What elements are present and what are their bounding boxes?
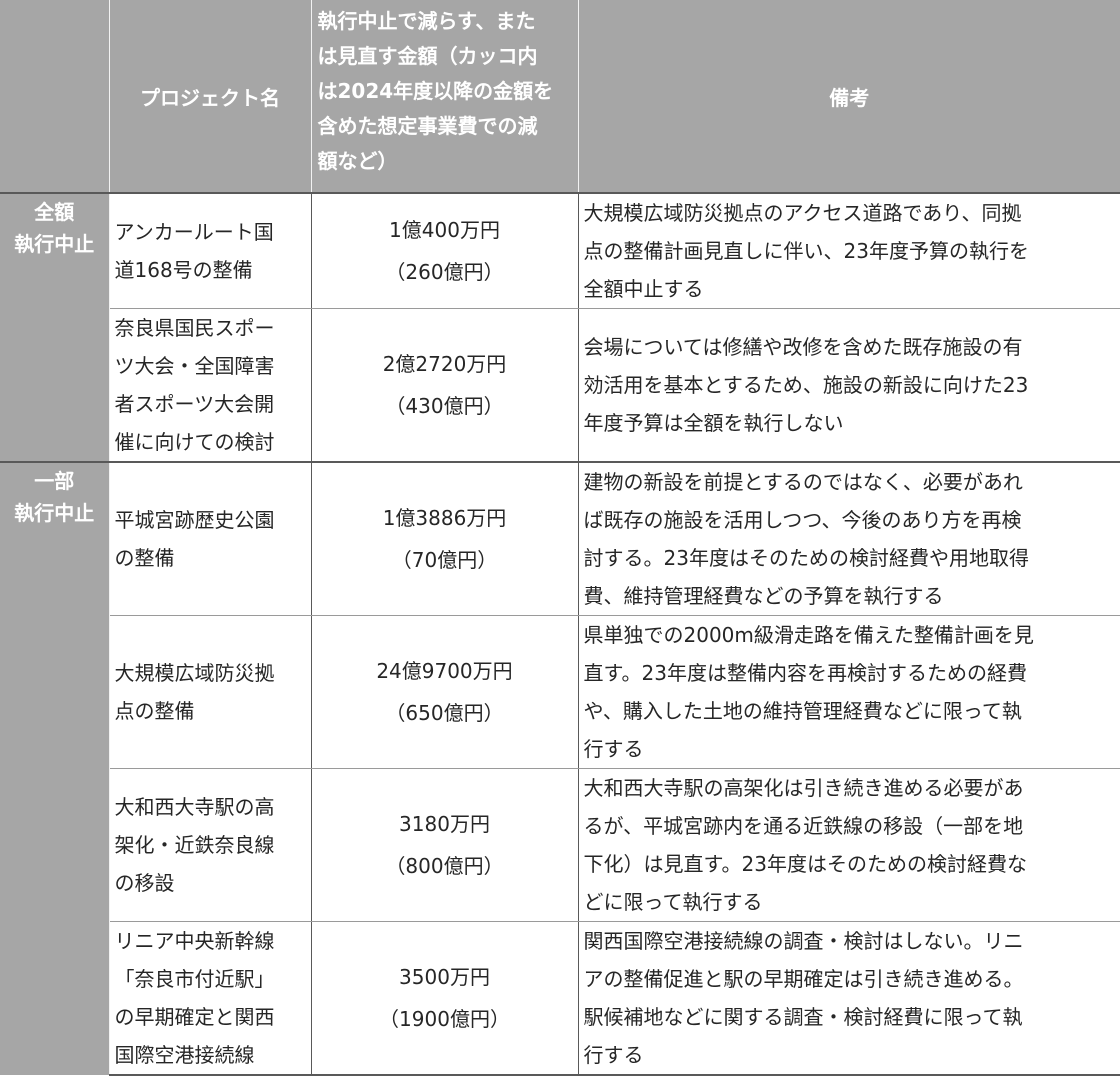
- header-amount-line: は2024年度以降の金額を: [317, 79, 554, 103]
- remark-cell: 大規模広域防災拠点のアクセス道路であり、同拠 点の整備計画見直しに伴い、23年度…: [578, 192, 1120, 309]
- remark-line: どに限って執行する: [583, 890, 763, 914]
- table-row: 一部 執行中止 平城宮跡歴史公園 の整備 1億3886万円 （70億円） 建物の…: [0, 461, 1120, 1075]
- amount-value: 1億3886万円: [382, 506, 507, 530]
- project-name-cell: 大和西大寺駅の高 架化・近鉄奈良線 の移設: [109, 768, 312, 922]
- remark-cell: 大和西大寺駅の高架化は引き続き進める必要があ るが、平城宮跡内を通る近鉄線の移設…: [578, 768, 1120, 922]
- amount-total: （650億円）: [385, 701, 504, 725]
- table-row: リニア中央新幹線 「奈良市付近駅」 の早期確定と関西 国際空港接続線 3500万…: [0, 921, 1120, 1076]
- remark-line: 年度予算は全額を執行しない: [583, 411, 844, 435]
- category-label-line: 執行中止: [14, 232, 95, 256]
- category-label-line: 一部: [34, 469, 75, 493]
- header-project-name: プロジェクト名: [109, 0, 312, 193]
- amount-value: 2億2720万円: [382, 352, 507, 376]
- remark-line: 効活用を基本とするため、施設の新設に向けた23: [583, 373, 1029, 397]
- remark-line: 大規模広域防災拠点のアクセス道路であり、同拠: [583, 201, 1022, 225]
- project-name-cell: 大規模広域防災拠 点の整備: [109, 615, 312, 769]
- header-remarks: 備考: [578, 0, 1120, 193]
- header-amount-line: 含めた想定事業費での減: [317, 114, 538, 138]
- category-full-suspension: 全額 執行中止: [0, 192, 110, 462]
- project-name-line: リニア中央新幹線: [114, 929, 275, 953]
- amount-value: 3500万円: [399, 965, 490, 989]
- category-label-line: 全額: [34, 200, 75, 224]
- remark-line: 会場については修繕や改修を含めた既存施設の有: [583, 335, 1023, 359]
- header-row: プロジェクト名 執行中止で減らす、また は見直す金額（カッコ内 は2024年度以…: [0, 0, 1120, 193]
- header-amount-line: 執行中止で減らす、また: [317, 9, 536, 33]
- amount-total: （70億円）: [391, 548, 498, 572]
- remark-line: 直す。23年度は整備内容を再検討するための経費: [583, 661, 1027, 685]
- table-row: 全額 執行中止 アンカールート国 道168号の整備 1億400万円 （260億円…: [0, 192, 1120, 462]
- project-name-line: アンカールート国: [114, 220, 274, 244]
- remark-line: 点の整備計画見直しに伴い、23年度予算の執行を: [583, 239, 1029, 263]
- project-name-line: の整備: [114, 546, 175, 570]
- category-label-line: 執行中止: [14, 501, 95, 525]
- category-partial-suspension: 一部 執行中止: [0, 461, 110, 1075]
- remark-line: 全額中止する: [583, 277, 704, 301]
- amount-cell: 1億400万円 （260億円）: [311, 192, 579, 309]
- remark-line: 討する。23年度はそのための検討経費や用地取得: [583, 546, 1029, 570]
- amount-total: （1900億円）: [379, 1007, 510, 1031]
- project-name-line: 道168号の整備: [114, 258, 253, 282]
- project-name-line: ツ大会・全国障害: [114, 354, 275, 378]
- project-name-line: 大和西大寺駅の高: [114, 795, 275, 819]
- project-name-line: 架化・近鉄奈良線: [114, 833, 275, 857]
- header-blank-cell: [0, 0, 110, 193]
- amount-cell: 1億3886万円 （70億円）: [311, 461, 579, 616]
- project-name-cell: 平城宮跡歴史公園 の整備: [109, 461, 312, 616]
- amount-cell: 3180万円 （800億円）: [311, 768, 579, 922]
- project-name-line: 大規模広域防災拠: [114, 661, 275, 685]
- header-amount: 執行中止で減らす、また は見直す金額（カッコ内 は2024年度以降の金額を 含め…: [311, 0, 579, 193]
- remark-line: るが、平城宮跡内を通る近鉄線の移設（一部を地: [583, 814, 1024, 838]
- project-name-cell: 奈良県国民スポー ツ大会・全国障害 者スポーツ大会開 催に向けての検討: [109, 308, 312, 463]
- table-row: 大規模広域防災拠 点の整備 24億9700万円 （650億円） 県単独での200…: [0, 615, 1120, 769]
- amount-total: （260億円）: [385, 260, 504, 284]
- project-name-line: 奈良県国民スポー: [114, 316, 275, 340]
- remark-line: アの整備促進と駅の早期確定は引き続き進める。: [583, 967, 1024, 991]
- remark-cell: 会場については修繕や改修を含めた既存施設の有 効活用を基本とするため、施設の新設…: [578, 308, 1120, 463]
- budget-cut-table: プロジェクト名 執行中止で減らす、また は見直す金額（カッコ内 は2024年度以…: [0, 0, 1120, 1076]
- remark-line: や、購入した土地の維持管理経費などに限って執: [583, 699, 1022, 723]
- project-name-line: 催に向けての検討: [114, 430, 275, 454]
- remark-line: ば既存の施設を活用しつつ、今後のあり方を再検: [583, 508, 1022, 532]
- remark-line: 下化）は見直す。23年度はそのための検討経費な: [583, 852, 1027, 876]
- table-row: 奈良県国民スポー ツ大会・全国障害 者スポーツ大会開 催に向けての検討 2億27…: [0, 308, 1120, 463]
- header-amount-line: 額など）: [317, 149, 398, 173]
- remark-line: 費、維持管理経費などの予算を執行する: [583, 584, 944, 608]
- remark-line: 行する: [583, 737, 644, 761]
- amount-cell: 2億2720万円 （430億円）: [311, 308, 579, 463]
- project-name-line: 国際空港接続線: [114, 1043, 255, 1067]
- amount-total: （800億円）: [385, 854, 504, 878]
- table-row: 大和西大寺駅の高 架化・近鉄奈良線 の移設 3180万円 （800億円） 大和西…: [0, 768, 1120, 922]
- remark-line: 行する: [583, 1043, 644, 1067]
- remark-line: 建物の新設を前提とするのではなく、必要があれ: [583, 470, 1023, 494]
- amount-cell: 24億9700万円 （650億円）: [311, 615, 579, 769]
- remark-cell: 県単独での2000m級滑走路を備えた整備計画を見 直す。23年度は整備内容を再検…: [578, 615, 1120, 769]
- remark-line: 関西国際空港接続線の調査・検討はしない。リニ: [583, 929, 1024, 953]
- project-name-line: 平城宮跡歴史公園: [114, 508, 275, 532]
- project-name-cell: アンカールート国 道168号の整備: [109, 192, 312, 309]
- header-amount-line: は見直す金額（カッコ内: [317, 44, 538, 68]
- project-name-line: の早期確定と関西: [114, 1005, 275, 1029]
- amount-value: 24億9700万円: [376, 659, 513, 683]
- project-name-line: 点の整備: [114, 699, 195, 723]
- amount-value: 1億400万円: [389, 218, 500, 242]
- project-name-line: 者スポーツ大会開: [114, 392, 275, 416]
- remark-line: 駅候補地などに関する調査・検討経費に限って執: [583, 1005, 1023, 1029]
- project-name-line: 「奈良市付近駅」: [114, 967, 275, 991]
- project-name-cell: リニア中央新幹線 「奈良市付近駅」 の早期確定と関西 国際空港接続線: [109, 921, 312, 1076]
- amount-cell: 3500万円 （1900億円）: [311, 921, 579, 1076]
- remark-line: 県単独での2000m級滑走路を備えた整備計画を見: [583, 623, 1034, 647]
- amount-total: （430億円）: [385, 394, 504, 418]
- amount-value: 3180万円: [399, 812, 490, 836]
- remark-line: 大和西大寺駅の高架化は引き続き進める必要があ: [583, 776, 1024, 800]
- project-name-line: の移設: [114, 871, 175, 895]
- remark-cell: 関西国際空港接続線の調査・検討はしない。リニ アの整備促進と駅の早期確定は引き続…: [578, 921, 1120, 1076]
- remark-cell: 建物の新設を前提とするのではなく、必要があれ ば既存の施設を活用しつつ、今後のあ…: [578, 461, 1120, 616]
